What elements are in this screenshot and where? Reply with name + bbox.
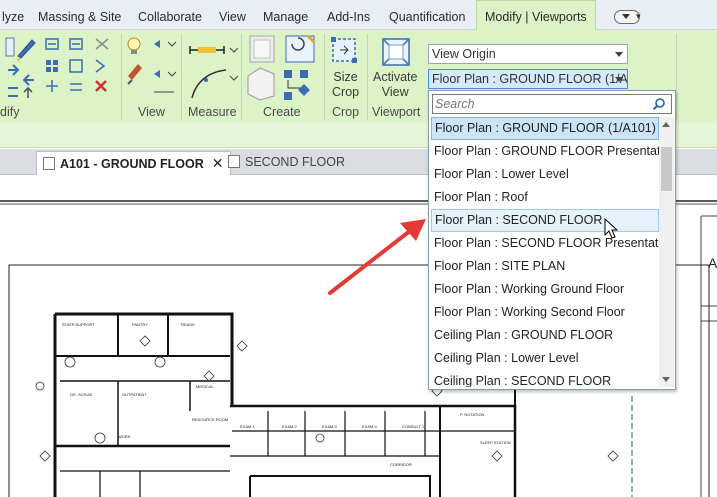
search-field[interactable]: [432, 94, 672, 114]
panel-label-crop: Crop: [332, 105, 360, 119]
list-item[interactable]: Floor Plan : SECOND FLOOR: [431, 209, 659, 232]
activate-view-icon[interactable]: [380, 36, 412, 68]
size-crop-label[interactable]: Size Crop: [332, 70, 359, 100]
list-item[interactable]: Floor Plan : SECOND FLOOR Presentation: [431, 232, 659, 255]
list-item[interactable]: Floor Plan : Working Ground Floor: [431, 278, 659, 301]
svg-text:DR. SCRUB: DR. SCRUB: [70, 392, 92, 397]
panel-label-measure: Measure: [188, 105, 237, 119]
svg-text:EXAM 3: EXAM 3: [322, 424, 337, 429]
chevron-down-icon[interactable]: ▾: [636, 11, 641, 22]
svg-text:CONSULT 1: CONSULT 1: [402, 424, 425, 429]
list-item[interactable]: Ceiling Plan : GROUND FLOOR: [431, 324, 659, 347]
svg-text:OUTPATIENT: OUTPATIENT: [122, 392, 147, 397]
svg-text:SLEEP STATION: SLEEP STATION: [480, 440, 511, 445]
modify-tools-icon[interactable]: [4, 36, 38, 100]
activate-view-label[interactable]: Activate View: [373, 70, 417, 100]
list-item[interactable]: Floor Plan : GROUND FLOOR (1/A101): [431, 117, 659, 140]
ribbon-tab-bar: lyze Massing & Site Collaborate View Man…: [0, 0, 717, 31]
svg-text:STAFF/SUPPORT: STAFF/SUPPORT: [62, 322, 95, 327]
tab-view[interactable]: View: [219, 0, 246, 30]
size-crop-icon[interactable]: [330, 36, 360, 68]
tab-add-ins[interactable]: Add-Ins: [327, 0, 370, 30]
list-item[interactable]: Floor Plan : Lower Level: [431, 163, 659, 186]
create-view-icons[interactable]: [244, 34, 320, 102]
tab-modify-viewports[interactable]: Modify | Viewports: [476, 0, 596, 31]
view-list: Floor Plan : GROUND FLOOR (1/A101) Floor…: [431, 117, 659, 387]
panel-label-viewport: Viewport: [372, 105, 421, 119]
svg-text:WORK: WORK: [118, 434, 131, 439]
tab-quantification[interactable]: Quantification: [389, 0, 465, 30]
svg-text:CORRIDOR: CORRIDOR: [390, 462, 412, 467]
view-selector-combo[interactable]: Floor Plan : GROUND FLOOR (1/A...: [428, 69, 628, 89]
sheet-icon: [43, 157, 55, 170]
floor-plan-icon: [228, 155, 240, 168]
scroll-down-icon[interactable]: [662, 377, 670, 382]
view-tools-icon[interactable]: [124, 36, 180, 100]
panel-label-view: View: [138, 105, 165, 119]
measure-icon[interactable]: [186, 36, 238, 100]
scroll-up-icon[interactable]: [662, 122, 670, 127]
search-icon[interactable]: [652, 97, 666, 111]
list-item[interactable]: Ceiling Plan : SECOND FLOOR: [431, 370, 659, 387]
svg-text:EXAM 4: EXAM 4: [362, 424, 377, 429]
dropdown-scrollbar[interactable]: [659, 117, 674, 387]
view-selector-dropdown[interactable]: Floor Plan : GROUND FLOOR (1/A101) Floor…: [428, 90, 676, 390]
tab-manage[interactable]: Manage: [263, 0, 308, 30]
svg-text:P. ROTATION: P. ROTATION: [460, 412, 485, 417]
panel-label-create: Create: [263, 105, 301, 119]
modify-edit-icons[interactable]: [44, 36, 116, 100]
tab-analyze[interactable]: lyze: [2, 0, 24, 30]
search-input[interactable]: [435, 96, 645, 112]
annotation-arrow: [328, 219, 426, 295]
tab-collaborate[interactable]: Collaborate: [138, 0, 202, 30]
panel-label-modify: dify: [0, 105, 20, 119]
list-item[interactable]: Floor Plan : SITE PLAN: [431, 255, 659, 278]
list-item[interactable]: Floor Plan : Working Second Floor: [431, 301, 659, 324]
view-tab-second-floor[interactable]: SECOND FLOOR: [222, 151, 353, 175]
svg-text:MEDICAL: MEDICAL: [196, 384, 215, 389]
tab-massing-site[interactable]: Massing & Site: [38, 0, 121, 30]
list-item[interactable]: Floor Plan : GROUND FLOOR Presentation: [431, 140, 659, 163]
scroll-thumb[interactable]: [661, 147, 672, 191]
svg-text:TRIAGE: TRIAGE: [180, 322, 195, 327]
svg-text:EXAM 1: EXAM 1: [240, 424, 255, 429]
svg-text:PANTRY: PANTRY: [132, 322, 148, 327]
svg-text:RESOURCE ROOM: RESOURCE ROOM: [192, 417, 228, 422]
list-item[interactable]: Floor Plan : Roof: [431, 186, 659, 209]
svg-text:EXAM 2: EXAM 2: [282, 424, 297, 429]
cursor-icon: [604, 218, 619, 239]
view-tab-a101-ground-floor[interactable]: A101 - GROUND FLOOR ✕: [36, 151, 231, 175]
list-item[interactable]: Ceiling Plan : Lower Level: [431, 347, 659, 370]
view-origin-combo[interactable]: View Origin: [428, 44, 628, 64]
